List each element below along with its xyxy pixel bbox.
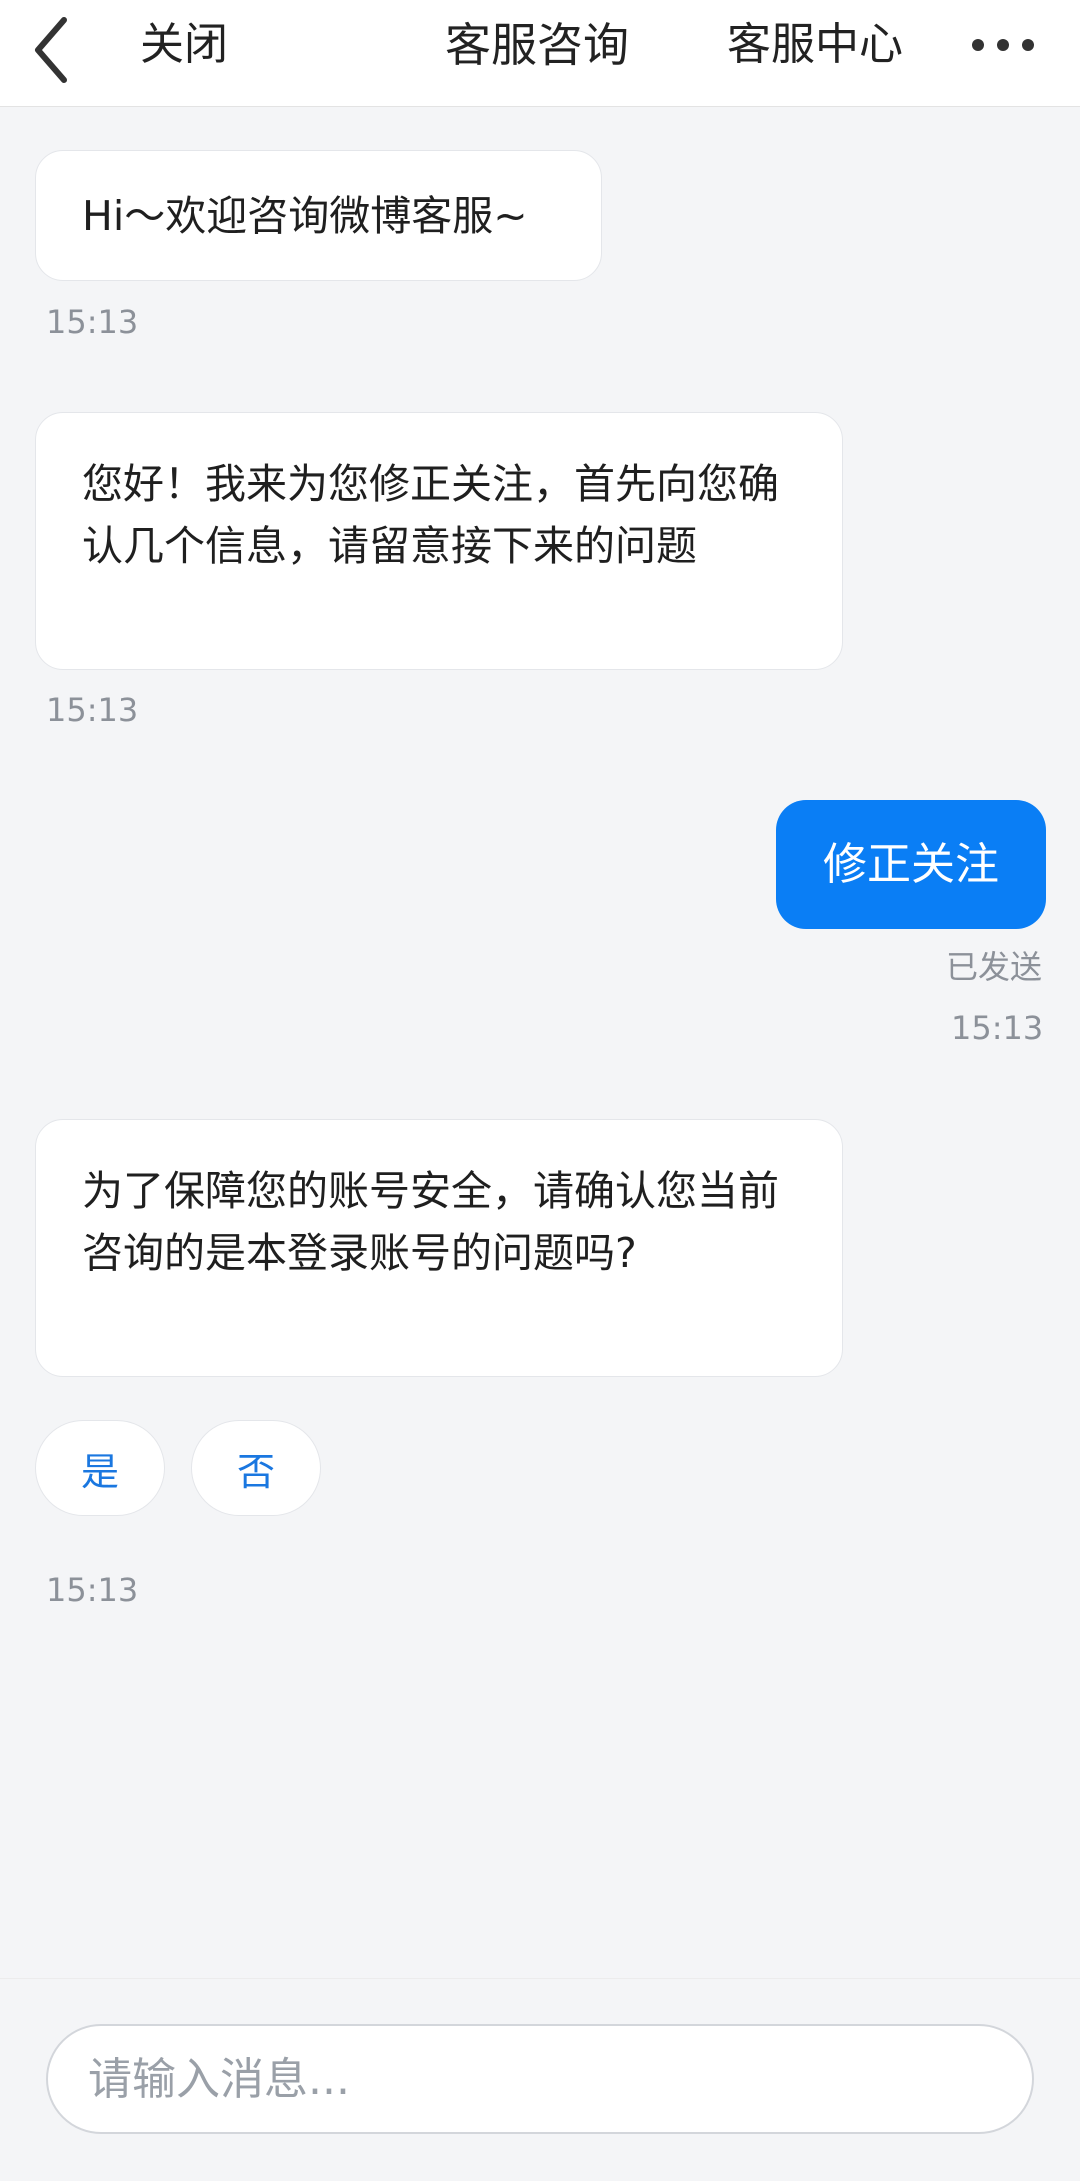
outgoing-message-bubble: 修正关注 <box>776 800 1046 929</box>
more-button[interactable] <box>966 20 1040 70</box>
message-timestamp: 15:13 <box>951 1009 1044 1047</box>
message-input-container <box>46 2024 1034 2134</box>
header: 关闭 客服咨询 客服中心 <box>0 0 1080 107</box>
message-text: 您好！我来为您修正关注，首先向您确认几个信息，请留意接下来的问题 <box>82 460 779 570</box>
more-dots-icon <box>972 39 1034 51</box>
back-arrow-icon <box>35 17 67 83</box>
message-text: 修正关注 <box>823 838 999 890</box>
option-no-button[interactable]: 否 <box>191 1420 321 1516</box>
incoming-message-bubble: 为了保障您的账号安全，请确认您当前咨询的是本登录账号的问题吗? <box>35 1119 843 1377</box>
close-button[interactable]: 关闭 <box>140 18 228 72</box>
message-text: 为了保障您的账号安全，请确认您当前咨询的是本登录账号的问题吗? <box>82 1167 779 1277</box>
message-text: Hi～欢迎咨询微博客服~ <box>82 191 528 240</box>
message-timestamp: 15:13 <box>46 691 139 729</box>
page-title: 客服咨询 <box>445 18 629 72</box>
incoming-message-bubble: Hi～欢迎咨询微博客服~ <box>35 150 602 281</box>
message-timestamp: 15:13 <box>46 1571 139 1609</box>
message-timestamp: 15:13 <box>46 303 139 341</box>
message-input[interactable] <box>48 2026 1032 2132</box>
incoming-message-bubble: 您好！我来为您修正关注，首先向您确认几个信息，请留意接下来的问题 <box>35 412 843 670</box>
message-sent-status: 已发送 <box>946 948 1043 986</box>
option-yes-button[interactable]: 是 <box>35 1420 165 1516</box>
back-button[interactable] <box>28 14 98 86</box>
service-center-link[interactable]: 客服中心 <box>727 18 903 72</box>
